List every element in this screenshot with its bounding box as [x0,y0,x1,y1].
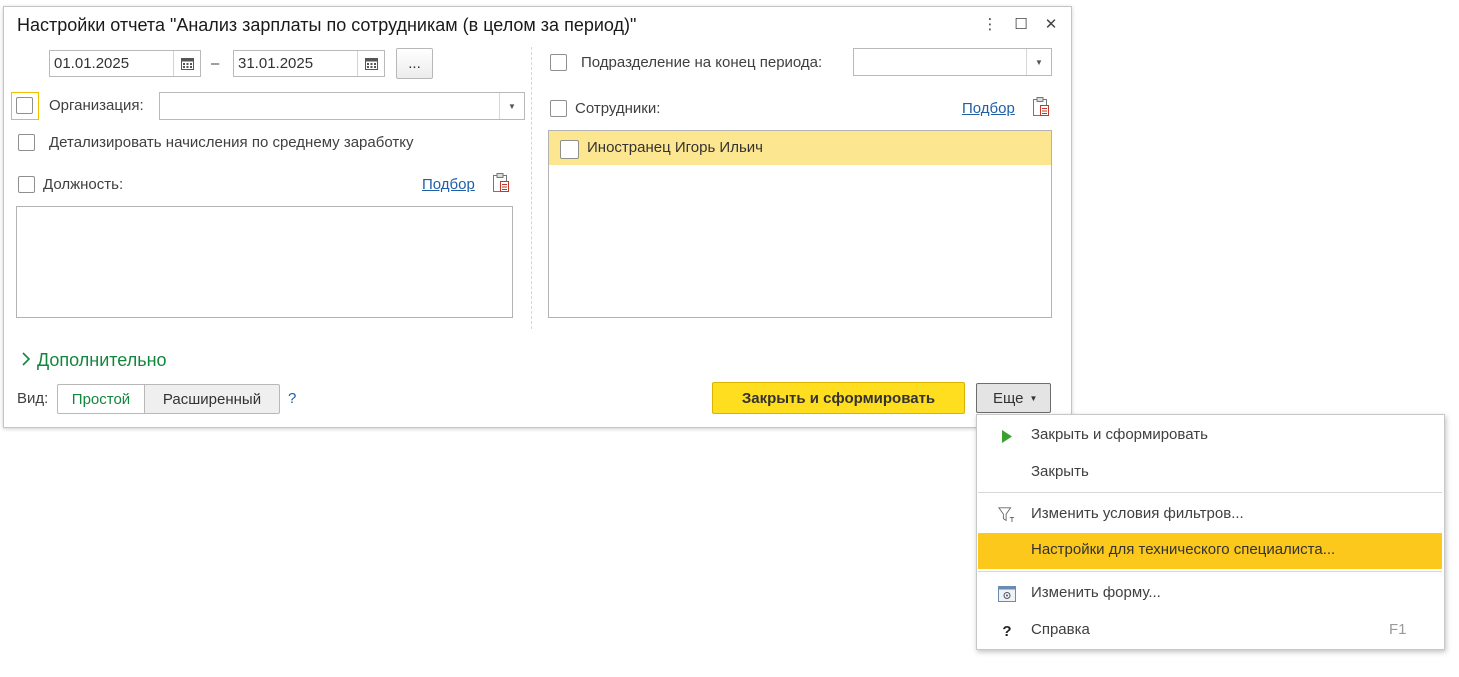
employees-label: Сотрудники: [575,100,661,117]
employees-checkbox[interactable] [550,100,567,117]
department-checkbox[interactable] [550,54,567,71]
menu-item-label: Справка [1031,621,1090,638]
menu-item-label: Изменить форму... [1031,584,1161,601]
position-list[interactable] [16,206,513,318]
menu-item-tech-settings[interactable]: Настройки для технического специалиста..… [978,533,1442,569]
menu-item-close-and-generate[interactable]: Закрыть и сформировать [978,418,1442,452]
department-label: Подразделение на конец периода: [581,54,823,71]
calendar-icon[interactable] [357,51,384,76]
report-settings-dialog: Настройки отчета "Анализ зарплаты по сот… [3,6,1072,428]
menu-item-change-filters[interactable]: T Изменить условия фильтров... [978,497,1442,531]
view-label: Вид: [17,390,49,407]
period-separator: – [211,55,220,72]
paste-list-icon[interactable] [1032,97,1050,121]
period-end-value: 31.01.2025 [238,55,314,72]
detail-average-checkbox[interactable] [18,134,35,151]
menu-item-change-form[interactable]: Изменить форму... [978,576,1442,610]
maximize-icon[interactable]: ☐ [1012,15,1030,33]
menu-item-shortcut: F1 [1389,621,1407,638]
list-item[interactable]: Иностранец Игорь Ильич [549,131,1051,165]
filter-icon: T [998,506,1016,524]
menu-item-label: Изменить условия фильтров... [1031,505,1244,522]
dialog-title: Настройки отчета "Анализ зарплаты по сот… [17,15,637,35]
play-icon [998,427,1016,445]
organization-checkbox-focus[interactable] [11,92,39,120]
department-select[interactable]: ▼ [853,48,1052,76]
more-button-label: Еще [993,389,1024,407]
menu-item-label: Закрыть [1031,463,1089,480]
dropdown-arrow-icon: ▼ [1029,393,1038,403]
organization-checkbox[interactable] [16,97,33,114]
dropdown-arrow-icon[interactable]: ▼ [499,93,524,119]
employees-list[interactable]: Иностранец Игорь Ильич [548,130,1052,318]
more-dropdown-menu: Закрыть и сформировать Закрыть T Изменит… [976,414,1445,650]
form-settings-icon [998,585,1016,603]
employees-select-link[interactable]: Подбор [962,100,1015,117]
organization-select[interactable]: ▼ [159,92,525,120]
employee-name: Иностранец Игорь Ильич [587,139,763,156]
period-start-value: 01.01.2025 [54,55,130,72]
calendar-icon[interactable] [173,51,200,76]
period-start-field[interactable]: 01.01.2025 [49,50,201,77]
menu-item-label: Закрыть и сформировать [1031,426,1208,443]
view-help-icon[interactable]: ? [288,390,296,407]
detail-average-label: Детализировать начисления по среднему за… [49,134,414,151]
position-label: Должность: [43,176,124,193]
additional-section-toggle[interactable]: Дополнительно [21,350,167,371]
close-icon[interactable]: ✕ [1042,15,1060,33]
generate-report-button[interactable]: Закрыть и сформировать [712,382,965,414]
organization-label: Организация: [49,97,144,114]
menu-item-help[interactable]: ? Справка F1 [978,613,1442,647]
menu-separator [978,571,1442,572]
more-button[interactable]: Еще ▼ [976,383,1051,413]
chevron-right-icon [21,351,31,370]
paste-list-icon[interactable] [492,173,510,197]
position-select-link[interactable]: Подбор [422,176,475,193]
period-end-field[interactable]: 31.01.2025 [233,50,385,77]
menu-item-label: Настройки для технического специалиста..… [1031,541,1336,558]
dropdown-arrow-icon[interactable]: ▼ [1026,49,1051,75]
column-divider [531,47,532,329]
additional-label: Дополнительно [37,350,167,370]
position-checkbox[interactable] [18,176,35,193]
choose-period-button[interactable]: ... [396,48,433,79]
more-options-icon[interactable]: ⋮ [981,15,999,33]
view-simple-button[interactable]: Простой [57,384,145,414]
svg-text:T: T [1009,515,1015,524]
help-icon: ? [1002,622,1012,640]
view-extended-button[interactable]: Расширенный [144,384,280,414]
menu-item-close[interactable]: Закрыть [978,455,1442,489]
menu-separator [978,492,1442,493]
employee-checkbox[interactable] [560,140,579,159]
